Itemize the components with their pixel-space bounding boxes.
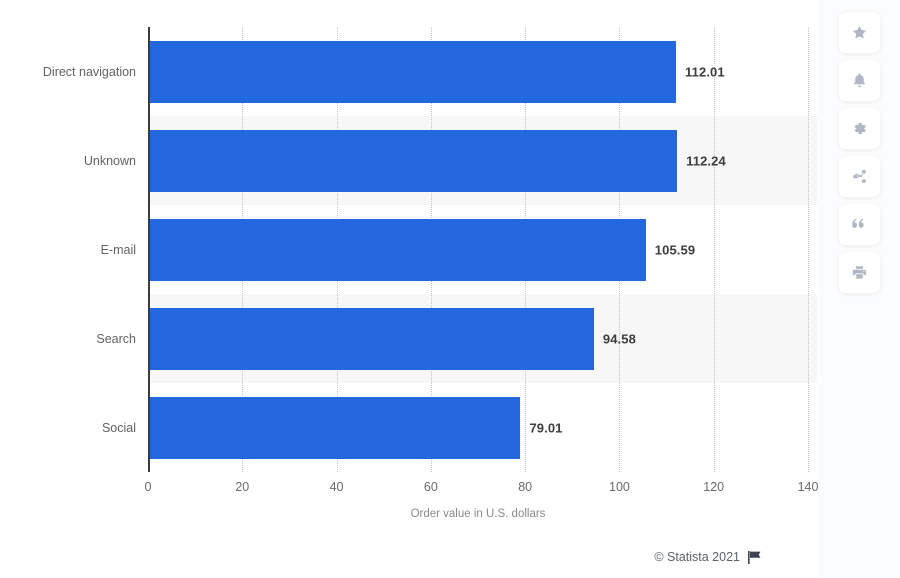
bar-chart-figure: Direct navigation Unknown E-mail Search Soci… <box>0 0 818 578</box>
value-tick-label: 0 <box>144 480 152 494</box>
value-axis-ticks: 0 20 40 60 80 100 120 140 <box>144 480 819 500</box>
bar[interactable] <box>148 307 594 370</box>
citation-button[interactable] <box>838 204 880 245</box>
quote-icon <box>851 216 868 233</box>
copyright-text: © Statista 2021 <box>654 550 740 564</box>
favorite-button[interactable] <box>838 12 880 53</box>
gridline <box>808 27 809 472</box>
value-tick-label: 60 <box>423 480 438 494</box>
statista-chart-page: Direct navigation Unknown E-mail Search Soci… <box>0 0 900 578</box>
print-button[interactable] <box>838 252 880 293</box>
category-label: Social <box>101 420 136 435</box>
category-label: E-mail <box>100 242 136 257</box>
plot-area: 112.01 112.24 105.59 94.58 79.01 <box>148 27 817 472</box>
settings-button[interactable] <box>838 108 880 149</box>
notifications-button[interactable] <box>838 60 880 101</box>
bar[interactable] <box>148 129 678 192</box>
flag-icon <box>748 550 761 564</box>
bar-value-label: 94.58 <box>602 331 636 346</box>
bell-icon <box>851 72 868 89</box>
value-tick-label: 40 <box>329 480 344 494</box>
bar-value-label: 79.01 <box>529 420 563 435</box>
star-icon <box>851 24 868 41</box>
category-label: Unknown <box>83 153 136 168</box>
value-axis-title: Order value in U.S. dollars <box>410 508 546 520</box>
gear-icon <box>851 120 868 137</box>
share-icon <box>851 168 868 185</box>
bar[interactable] <box>148 218 646 281</box>
bar-value-label: 112.24 <box>686 153 726 168</box>
value-tick-label: 20 <box>235 480 250 494</box>
category-axis-labels: Direct navigation Unknown E-mail Search Soci… <box>0 27 136 472</box>
category-label: Search <box>96 331 136 346</box>
value-tick-label: 140 <box>797 480 819 494</box>
bar[interactable] <box>148 396 521 459</box>
gridline <box>713 27 715 472</box>
bar-value-label: 112.01 <box>685 64 725 79</box>
action-icon-rail <box>818 0 900 578</box>
value-axis-zero-line <box>148 27 150 472</box>
print-icon <box>851 264 868 281</box>
category-label: Direct navigation <box>42 64 136 79</box>
footer-copyright: © Statista 2021 <box>654 550 762 564</box>
bar[interactable] <box>148 40 677 103</box>
share-button[interactable] <box>838 156 880 197</box>
value-tick-label: 80 <box>518 480 533 494</box>
bar-value-label: 105.59 <box>654 242 696 257</box>
value-tick-label: 120 <box>703 480 725 494</box>
value-tick-label: 100 <box>608 480 630 494</box>
